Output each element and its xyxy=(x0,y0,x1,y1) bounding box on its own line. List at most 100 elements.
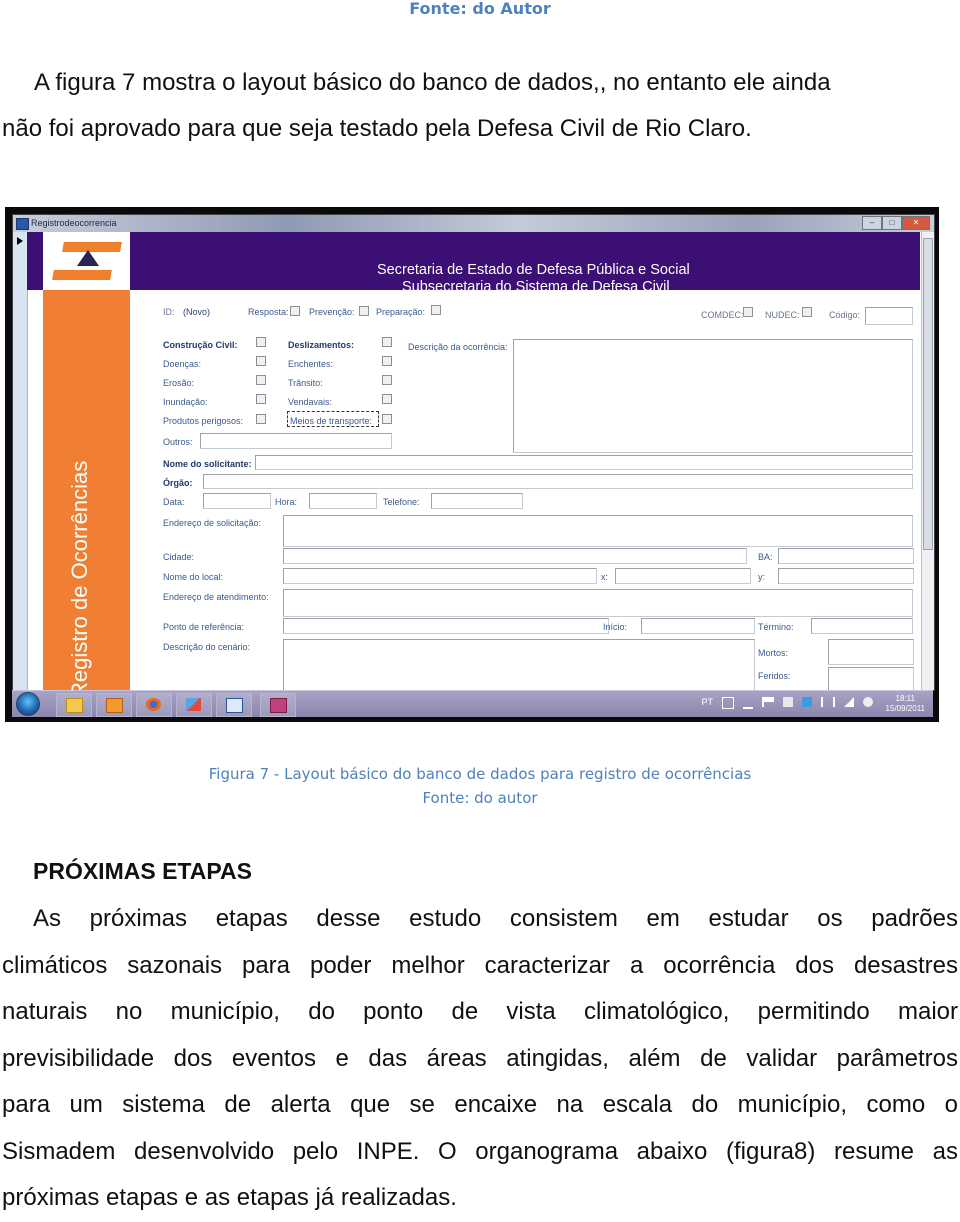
window-titlebar: Registrodeocorrencia – □ ✕ xyxy=(13,215,934,232)
paragraph-line: Sismadem desenvolvido pelo INPE. O organ… xyxy=(2,1137,958,1165)
codigo-field[interactable] xyxy=(865,307,913,325)
enchentes-checkbox[interactable] xyxy=(382,356,392,366)
ba-label: BA: xyxy=(758,552,773,562)
document-icon xyxy=(226,698,243,713)
paragraph-line: não foi aprovado para que seja testado p… xyxy=(2,115,752,142)
endereco-atendimento-label: Endereço de atendimento: xyxy=(163,592,269,602)
meios-transporte-checkbox[interactable] xyxy=(382,414,392,424)
enchentes-label: Enchentes: xyxy=(288,359,334,369)
y-field[interactable] xyxy=(778,568,914,584)
resposta-checkbox[interactable] xyxy=(290,306,300,316)
volume-icon[interactable] xyxy=(821,697,835,707)
nome-solicitante-field[interactable] xyxy=(255,455,913,470)
erosao-checkbox[interactable] xyxy=(256,375,266,385)
taskbar-clock[interactable]: 18:11 15/09/2011 xyxy=(886,694,925,714)
comdec-checkbox[interactable] xyxy=(743,307,753,317)
clock-time: 18:11 xyxy=(895,694,915,703)
termino-label: Término: xyxy=(758,622,794,632)
cidade-field[interactable] xyxy=(283,548,747,564)
header-title-line2: Subsecretaria do Sistema de Defesa Civil xyxy=(402,279,670,295)
notification-icon[interactable] xyxy=(863,697,873,707)
access-form-window: Registrodeocorrencia – □ ✕ Secretaria de… xyxy=(12,214,935,693)
side-banner: Registro de Ocorrências xyxy=(43,290,130,690)
descricao-cenario-field[interactable] xyxy=(283,639,755,693)
doencas-checkbox[interactable] xyxy=(256,356,266,366)
figure-7-screenshot: Registrodeocorrencia – □ ✕ Secretaria de… xyxy=(5,207,939,722)
y-label: y: xyxy=(758,572,766,582)
meios-transporte-label: Meios de transporte: xyxy=(290,416,373,426)
vertical-scrollbar[interactable] xyxy=(921,232,934,690)
telefone-label: Telefone: xyxy=(383,497,420,507)
preparacao-label: Preparação: xyxy=(376,307,426,317)
defesa-civil-logo xyxy=(43,232,130,290)
paragraph-line: climáticos sazonais para poder melhor ca… xyxy=(2,951,958,979)
paragraph-line: As próximas etapas desse estudo consiste… xyxy=(33,905,958,932)
language-indicator[interactable]: PT xyxy=(701,697,713,707)
preparacao-checkbox[interactable] xyxy=(431,305,441,315)
mortos-field[interactable] xyxy=(828,639,914,665)
data-field[interactable] xyxy=(203,493,271,509)
action-center-icon[interactable] xyxy=(743,697,753,709)
flag-icon[interactable] xyxy=(762,697,774,707)
endereco-solicitacao-field[interactable] xyxy=(283,515,913,547)
feridos-label: Feridos: xyxy=(758,671,791,681)
doencas-label: Doenças: xyxy=(163,359,202,369)
close-button[interactable]: ✕ xyxy=(902,216,930,230)
network-signal-icon[interactable] xyxy=(844,697,854,707)
taskbar-network-app[interactable] xyxy=(176,693,212,717)
section-heading: PRÓXIMAS ETAPAS xyxy=(33,858,252,884)
window-title: Registrodeocorrencia xyxy=(31,218,117,228)
inundacao-checkbox[interactable] xyxy=(256,394,266,404)
taskbar-explorer[interactable] xyxy=(56,693,92,717)
taskbar-firefox[interactable] xyxy=(136,693,172,717)
scrollbar-thumb[interactable] xyxy=(923,238,933,550)
orgao-field[interactable] xyxy=(203,474,913,489)
deslizamentos-checkbox[interactable] xyxy=(382,337,392,347)
taskbar-access[interactable] xyxy=(260,693,296,717)
taskbar-word-document[interactable] xyxy=(216,693,252,717)
record-selector[interactable] xyxy=(13,232,28,690)
bluetooth-icon[interactable] xyxy=(802,697,812,707)
keyboard-icon[interactable] xyxy=(722,697,734,709)
outros-field[interactable] xyxy=(200,433,392,449)
app-tray-icon[interactable] xyxy=(783,697,793,707)
firefox-icon xyxy=(146,698,161,711)
minimize-button[interactable]: – xyxy=(862,216,882,230)
intro-paragraph: A figura 7 mostra o layout básico do ban… xyxy=(2,60,958,152)
transito-label: Trânsito: xyxy=(288,378,323,388)
resposta-label: Resposta: xyxy=(248,307,289,317)
nudec-checkbox[interactable] xyxy=(802,307,812,317)
outros-label: Outros: xyxy=(163,437,193,447)
maximize-button[interactable]: □ xyxy=(882,216,902,230)
network-app-icon xyxy=(186,698,201,711)
ponto-referencia-field[interactable] xyxy=(283,618,609,634)
vendavais-checkbox[interactable] xyxy=(382,394,392,404)
start-button[interactable] xyxy=(16,692,40,716)
descricao-ocorrencia-label: Descrição da ocorrência: xyxy=(408,342,508,352)
prevencao-label: Prevenção: xyxy=(309,307,355,317)
x-field[interactable] xyxy=(615,568,751,584)
inicio-field[interactable] xyxy=(641,618,755,634)
orgao-label: Órgão: xyxy=(163,478,193,488)
hora-field[interactable] xyxy=(309,493,377,509)
produtos-perigosos-checkbox[interactable] xyxy=(256,414,266,424)
ba-field[interactable] xyxy=(778,548,914,564)
windows-taskbar: PT 18:11 15/09/2011 xyxy=(12,690,933,717)
endereco-atendimento-field[interactable] xyxy=(283,589,913,617)
x-label: x: xyxy=(601,572,609,582)
clock-date: 15/09/2011 xyxy=(885,704,925,713)
data-label: Data: xyxy=(163,497,185,507)
taskbar-media-player[interactable] xyxy=(96,693,132,717)
nome-local-label: Nome do local: xyxy=(163,572,224,582)
id-value: (Novo) xyxy=(183,307,211,317)
paragraph-line: para um sistema de alerta que se encaixe… xyxy=(2,1091,958,1118)
prevencao-checkbox[interactable] xyxy=(359,306,369,316)
construcao-civil-checkbox[interactable] xyxy=(256,337,266,347)
transito-checkbox[interactable] xyxy=(382,375,392,385)
hora-label: Hora: xyxy=(275,497,298,507)
termino-field[interactable] xyxy=(811,618,913,634)
telefone-field[interactable] xyxy=(431,493,523,509)
descricao-ocorrencia-field[interactable] xyxy=(513,339,913,453)
nome-local-field[interactable] xyxy=(283,568,597,584)
paragraph-line: naturais no município, do ponto de vista… xyxy=(2,998,958,1025)
